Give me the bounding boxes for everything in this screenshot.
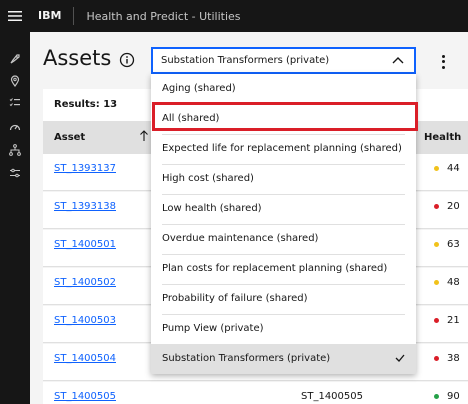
- view-select-value: Substation Transformers (private): [161, 55, 330, 66]
- menu-item[interactable]: All (shared): [151, 104, 416, 134]
- menu-item-label: Probability of failure (shared): [162, 293, 308, 304]
- health-value: 38: [447, 353, 460, 364]
- menu-item[interactable]: Substation Transformers (private): [151, 344, 416, 374]
- menu-item-label: Low health (shared): [162, 203, 262, 214]
- menu-divider: [162, 254, 405, 255]
- menu-item[interactable]: Pump View (private): [151, 314, 416, 344]
- asset-description: ST_1400505: [301, 391, 363, 402]
- menu-item-label: High cost (shared): [162, 173, 254, 184]
- menu-item-label: Expected life for replacement planning (…: [162, 143, 402, 154]
- asset-link[interactable]: ST_1393138: [54, 201, 116, 212]
- overflow-menu-icon[interactable]: [437, 54, 449, 70]
- menu-item-label: Substation Transformers (private): [162, 353, 331, 364]
- menu-divider: [162, 284, 405, 285]
- asset-link[interactable]: ST_1393137: [54, 163, 116, 174]
- asset-link[interactable]: ST_1400503: [54, 315, 116, 326]
- menu-item[interactable]: Aging (shared): [151, 74, 416, 104]
- asset-link[interactable]: ST_1400502: [54, 277, 116, 288]
- menu-item-label: Overdue maintenance (shared): [162, 233, 319, 244]
- menu-item-label: All (shared): [162, 113, 220, 124]
- health-status-dot: [434, 242, 439, 247]
- health-status-dot: [434, 166, 439, 171]
- health-status-dot: [434, 394, 439, 399]
- menu-divider: [162, 224, 405, 225]
- location-icon[interactable]: [6, 72, 24, 90]
- menu-divider: [162, 314, 405, 315]
- asset-link[interactable]: ST_1400504: [54, 353, 116, 364]
- top-header: IBM Health and Predict - Utilities: [0, 0, 468, 32]
- info-icon[interactable]: [119, 52, 135, 68]
- menu-item-label: Aging (shared): [162, 83, 236, 94]
- checklist-icon[interactable]: [6, 94, 24, 112]
- menu-item[interactable]: Overdue maintenance (shared): [151, 224, 416, 254]
- view-select[interactable]: Substation Transformers (private): [151, 47, 416, 74]
- health-value: 21: [447, 315, 460, 326]
- health-value: 90: [447, 391, 460, 402]
- rocket-icon[interactable]: [6, 50, 24, 68]
- health-value: 63: [447, 239, 460, 250]
- menu-divider: [162, 134, 405, 135]
- menu-item[interactable]: Low health (shared): [151, 194, 416, 224]
- menu-icon[interactable]: [0, 0, 30, 32]
- menu-item[interactable]: High cost (shared): [151, 164, 416, 194]
- health-status-dot: [434, 318, 439, 323]
- menu-item-label: Pump View (private): [162, 323, 264, 334]
- health-status-dot: [434, 356, 439, 361]
- brand-name[interactable]: IBM: [30, 7, 75, 25]
- checkmark-icon: [395, 354, 405, 365]
- hierarchy-icon[interactable]: [6, 141, 24, 159]
- health-status-dot: [434, 280, 439, 285]
- health-value: 44: [447, 163, 460, 174]
- chevron-up-icon[interactable]: [392, 56, 404, 67]
- health-status-dot: [434, 204, 439, 209]
- asset-link[interactable]: ST_1400505: [54, 391, 116, 402]
- health-value: 48: [447, 277, 460, 288]
- sort-arrow-icon[interactable]: [139, 130, 149, 145]
- menu-divider: [162, 194, 405, 195]
- menu-item[interactable]: Probability of failure (shared): [151, 284, 416, 314]
- menu-item[interactable]: Plan costs for replacement planning (sha…: [151, 254, 416, 284]
- page-title: Assets: [43, 46, 112, 70]
- menu-divider: [162, 164, 405, 165]
- menu-divider: [162, 104, 405, 105]
- column-header-asset[interactable]: Asset: [54, 132, 85, 143]
- table-row[interactable]: ST_1400505 ST_1400505 90: [43, 382, 468, 404]
- app-title: Health and Predict - Utilities: [86, 9, 241, 23]
- gauge-icon[interactable]: [6, 118, 24, 136]
- view-dropdown-menu: Aging (shared) All (shared) Expected life …: [151, 74, 416, 374]
- asset-link[interactable]: ST_1400501: [54, 239, 116, 250]
- settings-sliders-icon[interactable]: [6, 164, 24, 182]
- health-value: 20: [447, 201, 460, 212]
- menu-item-label: Plan costs for replacement planning (sha…: [162, 263, 388, 274]
- column-header-health[interactable]: Health: [424, 132, 461, 143]
- menu-item[interactable]: Expected life for replacement planning (…: [151, 134, 416, 164]
- left-nav-rail: [0, 32, 30, 404]
